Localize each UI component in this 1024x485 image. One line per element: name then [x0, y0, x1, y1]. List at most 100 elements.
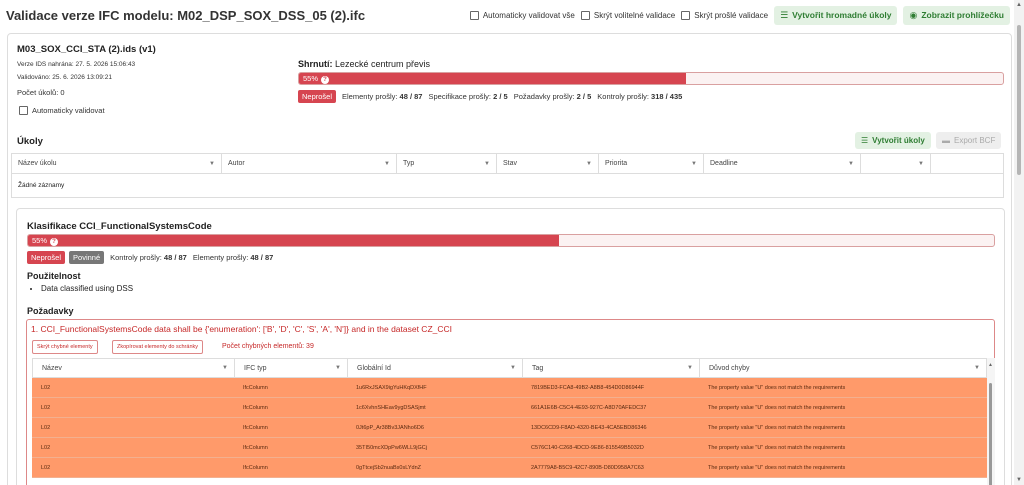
column-header[interactable]: Důvod chyby ▼ [700, 359, 986, 377]
hide-errors-button[interactable]: Skrýt chybné elementy [32, 340, 98, 354]
scroll-down-icon[interactable]: ▼ [1016, 477, 1022, 483]
table-row[interactable]: L02 IfcColumn 1c6XvhnSHEav9ygDSASjmt 661… [32, 398, 987, 418]
cell: The property value "U" does not match th… [708, 444, 846, 451]
cell: IfcColumn [243, 404, 268, 411]
table-row[interactable]: L02 IfcColumn 1u6RxJSAX9igYuHKqDXfHF 781… [32, 378, 987, 398]
cell: 13DC6CD9-F8AD-4320-BE43-4CA5EBD86346 [531, 424, 647, 431]
checkbox-label: Automaticky validovat vše [482, 10, 575, 20]
column-header[interactable]: ▼ [861, 154, 931, 173]
column-header[interactable]: Stav ▼ [497, 154, 599, 173]
table-row[interactable]: L02 IfcColumn 35TI50mcXDpPw6WLL9jGCj C57… [32, 438, 987, 458]
stat-value: 2 / 5 [576, 92, 592, 101]
show-viewer-button[interactable]: ◉ Zobrazit prohlížečku [903, 5, 1010, 25]
cell: IfcColumn [243, 444, 268, 451]
applicability-title: Použitelnost [27, 271, 81, 281]
column-header[interactable]: Typ ▼ [397, 154, 497, 173]
page-title: Validace verze IFC modelu: M02_DSP_SOX_D… [6, 7, 366, 23]
filter-icon[interactable]: ▼ [209, 161, 215, 167]
column-header[interactable]: Autor ▼ [222, 154, 397, 173]
ids-task-count: Počet úkolů: 0 [17, 88, 65, 97]
cell: 7819BED3-FCA8-49B2-A8B8-454D0D86944F [531, 384, 645, 391]
cell: The property value "U" does not match th… [708, 404, 846, 411]
page-scrollbar[interactable]: ▲ ▼ [1014, 0, 1024, 485]
column-header[interactable]: Název ▼ [33, 359, 235, 377]
table-row[interactable]: L02 IfcColumn 0Jt6pP_Ar38Bv3JANho6D6 13D… [32, 418, 987, 438]
filter-icon[interactable]: ▼ [687, 365, 693, 371]
filter-icon[interactable]: ▼ [335, 365, 341, 371]
column-header[interactable]: Priorita ▼ [599, 154, 704, 173]
filter-icon[interactable]: ▼ [974, 365, 980, 371]
scrollbar-thumb[interactable] [1017, 25, 1021, 175]
create-bulk-tasks-button[interactable]: ☰ Vytvořit hromadné úkoly [774, 5, 898, 25]
stat-label: Elementy prošly: [192, 253, 249, 262]
cell: L02 [41, 424, 51, 431]
filter-icon[interactable]: ▼ [691, 161, 697, 167]
task-list-icon: ☰ [861, 136, 869, 145]
filter-icon[interactable]: ▼ [510, 365, 516, 371]
progress-fill [28, 235, 560, 246]
stat-value: 2 / 5 [493, 92, 508, 101]
cell: The property value "U" does not match th… [708, 464, 846, 471]
filter-icon[interactable]: ▼ [848, 161, 854, 167]
scrollbar-thumb[interactable] [989, 383, 992, 485]
cell: 0gTtcejSb2nuaBs0sLYdnZ [356, 464, 422, 471]
copy-errors-button[interactable]: Zkopírovat elementy do schránky [112, 340, 204, 354]
button-label: Export BCF [954, 136, 996, 145]
cell: 1u6RxJSAX9igYuHKqDXfHF [356, 384, 427, 391]
column-header[interactable]: IFC typ ▼ [235, 359, 348, 377]
column-header[interactable]: Deadline ▼ [704, 154, 861, 173]
cell: 1c6XvhnSHEav9ygDSASjmt [356, 404, 426, 411]
column-header[interactable]: Globální Id ▼ [348, 359, 523, 377]
stat-value: 318 / 435 [651, 92, 683, 101]
cell: 35TI50mcXDpPw6WLL9jGCj [356, 444, 427, 451]
applicability-item: Data classified using DSS [41, 284, 133, 293]
stat-value: 48 / 87 [399, 92, 423, 101]
requirements-title: Požadavky [27, 306, 74, 316]
summary-label: Shrnutí: [298, 59, 333, 69]
cell: L02 [41, 384, 51, 391]
cell: The property value "U" does not match th… [708, 384, 846, 391]
help-icon[interactable]: ? [321, 76, 330, 84]
cell: IfcColumn [243, 384, 268, 391]
stat-label: Specifikace prošly: [428, 92, 492, 101]
cell: L02 [41, 404, 51, 411]
cell: L02 [41, 464, 51, 471]
ids-validated: Validováno: 25. 6. 2026 13:09:21 [17, 74, 112, 81]
auto-validate-checkbox[interactable]: Automaticky validovat [19, 106, 105, 115]
filter-icon[interactable]: ▼ [484, 161, 490, 167]
hide-optional-checkbox[interactable]: Skrýt volitelné validace [580, 10, 676, 20]
error-table-scrollbar[interactable]: ▲ [987, 358, 995, 485]
status-badge: Neprošel [298, 90, 337, 103]
checks-stat: Kontroly prošly: 48 / 87 [110, 253, 187, 262]
auto-validate-all-checkbox[interactable]: Automaticky validovat vše [469, 10, 575, 20]
filter-icon[interactable]: ▼ [918, 161, 924, 167]
create-tasks-button[interactable]: ☰ Vytvořit úkoly [855, 132, 931, 149]
scroll-up-icon[interactable]: ▲ [1016, 2, 1022, 8]
classification-section: Klasifikace CCI_FunctionalSystemsCode 55… [16, 208, 1005, 485]
requirement-box: 1. CCI_FunctionalSystemsCode data shall … [26, 319, 995, 485]
export-bcf-button[interactable]: ▬ Export BCF [936, 132, 1002, 149]
applicability-list: Data classified using DSS [29, 284, 133, 293]
column-header[interactable]: Název úkolu ▼ [12, 154, 222, 173]
checkbox-label: Skrýt volitelné validace [593, 10, 676, 20]
filter-icon[interactable]: ▼ [384, 161, 390, 167]
stat-label: Požadavky prošly: [513, 92, 575, 101]
task-list-icon: ☰ [780, 9, 789, 20]
classification-progress-bar: 55%? [27, 234, 995, 247]
checkbox-box[interactable] [469, 10, 479, 20]
checkbox-label: Automaticky validovat [32, 106, 105, 115]
hide-passed-checkbox[interactable]: Skrýt prošlé validace [681, 10, 768, 20]
checkbox-box[interactable] [580, 10, 590, 20]
checkbox-box[interactable] [19, 106, 28, 115]
table-row[interactable]: L02 IfcColumn 0gTtcejSb2nuaBs0sLYdnZ 2A7… [32, 458, 987, 478]
scroll-up-icon[interactable]: ▲ [988, 362, 993, 368]
ids-uploaded: Verze IDS nahrána: 27. 5. 2026 15:06:43 [17, 61, 136, 68]
specs-stat: Specifikace prošly: 2 / 5 [428, 92, 507, 101]
help-icon[interactable]: ? [50, 238, 59, 246]
filter-icon[interactable]: ▼ [222, 365, 228, 371]
stat-value: 48 / 87 [250, 253, 274, 262]
checkbox-box[interactable] [681, 10, 691, 20]
column-header[interactable]: Tag ▼ [523, 359, 700, 377]
tasks-table-header: Název úkolu ▼ Autor ▼ Typ ▼ Stav ▼ Priorita ▼… [11, 153, 1004, 174]
filter-icon[interactable]: ▼ [586, 161, 592, 167]
